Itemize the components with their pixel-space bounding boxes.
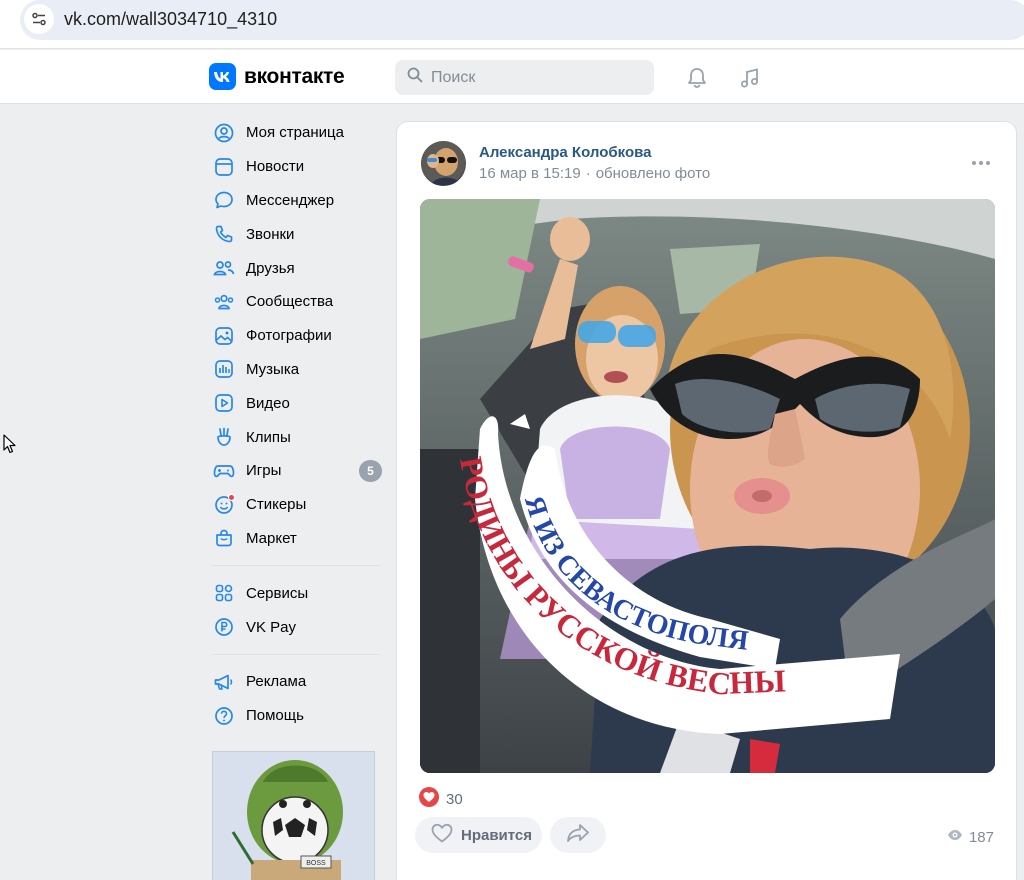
search-input[interactable] [431, 68, 631, 87]
bell-icon[interactable] [684, 65, 710, 91]
heart-reaction-icon [419, 787, 439, 812]
vk-header: вконтакте [0, 50, 1024, 104]
help-icon [212, 704, 236, 728]
stickers-icon [212, 493, 236, 517]
post-meta: 16 мар в 15:19 · обновлено фото [479, 165, 710, 182]
sidebar-item-stickers[interactable]: Стикеры [209, 488, 381, 522]
sidebar-divider [212, 565, 380, 567]
site-info-icon[interactable] [24, 4, 54, 34]
sidebar-item-news[interactable]: Новости [209, 150, 381, 184]
games-badge: 5 [359, 459, 382, 482]
sidebar-item-label: Видео [246, 394, 290, 412]
post-author[interactable]: Александра Колобкова [479, 144, 651, 161]
likes-count: 30 [446, 791, 463, 808]
sidebar-item-ads[interactable]: Реклама [209, 665, 381, 699]
mouse-cursor-icon [3, 434, 16, 459]
games-icon [212, 459, 236, 483]
message-icon [212, 188, 236, 212]
sidebar-item-label: Клипы [246, 428, 291, 446]
sidebar-item-label: Музыка [246, 360, 300, 378]
promo-banner[interactable]: BOSS [212, 751, 375, 880]
left-sidebar: Моя страница Новости Мессенджер Звонки Д… [209, 116, 382, 733]
friends-icon [212, 256, 236, 280]
sidebar-item-label: Мессенджер [246, 191, 335, 209]
sidebar-item-label: Новости [246, 158, 305, 176]
sidebar-item-video[interactable]: Видео [209, 386, 381, 420]
sidebar-item-calls[interactable]: Звонки [209, 217, 381, 251]
sidebar-item-services[interactable]: Сервисы [209, 576, 381, 610]
sidebar-item-label: Сервисы [246, 584, 309, 602]
sidebar-item-label: Друзья [246, 259, 295, 277]
communities-icon [212, 290, 236, 314]
like-button[interactable]: Нравится [415, 817, 542, 853]
sidebar-item-games[interactable]: Игры 5 [209, 454, 382, 488]
author-avatar[interactable] [421, 141, 466, 186]
sidebar-item-help[interactable]: Помощь [209, 699, 381, 733]
sidebar-item-messenger[interactable]: Мессенджер [209, 184, 381, 218]
post-date[interactable]: 16 мар в 15:19 [479, 165, 581, 182]
like-button-label: Нравится [461, 826, 533, 844]
logo-text: вконтакте [244, 64, 345, 88]
sidebar-item-label: Звонки [246, 225, 295, 243]
search-box[interactable] [395, 60, 654, 95]
news-icon [212, 155, 236, 179]
megaphone-icon [212, 670, 236, 694]
share-button[interactable] [550, 817, 606, 853]
eye-icon [947, 827, 963, 847]
sidebar-item-communities[interactable]: Сообщества [209, 285, 381, 319]
sidebar-item-clips[interactable]: Клипы [209, 420, 381, 454]
sidebar-item-label: Фотографии [246, 327, 332, 345]
share-icon [566, 822, 590, 849]
meta-separator: · [585, 165, 591, 182]
address-url[interactable]: vk.com/wall3034710_4310 [64, 9, 277, 30]
music-note-icon[interactable] [737, 65, 763, 91]
post-photo[interactable]: Я ИЗ СЕВАСТОПОЛЯ РОДИНЫ РУССКОЙ ВЕСНЫ [420, 199, 995, 773]
sidebar-item-label: VK Pay [246, 618, 297, 636]
sidebar-item-label: Помощь [246, 707, 304, 725]
services-icon [212, 581, 236, 605]
sidebar-item-vkpay[interactable]: VK Pay [209, 610, 381, 644]
svg-text:BOSS: BOSS [306, 860, 326, 867]
more-options-icon[interactable] [970, 152, 992, 174]
video-icon [212, 391, 236, 415]
sidebar-item-label: Игры [246, 462, 282, 480]
search-icon [407, 67, 423, 88]
user-circle-icon [212, 121, 236, 145]
post-action: обновлено фото [595, 165, 711, 182]
views-counter: 187 [947, 827, 994, 847]
vk-logo[interactable]: вконтакте [209, 63, 345, 90]
sidebar-item-label: Сообщества [246, 293, 334, 311]
phone-icon [212, 222, 236, 246]
heart-outline-icon [430, 822, 454, 848]
sidebar-item-label: Маркет [246, 529, 297, 547]
sidebar-item-label: Моя страница [246, 124, 344, 142]
sidebar-item-label: Реклама [246, 673, 307, 691]
promo-sticker-image: BOSS [213, 752, 374, 880]
clips-icon [212, 425, 236, 449]
music-icon [212, 357, 236, 381]
vkpay-icon [212, 615, 236, 639]
sidebar-item-music[interactable]: Музыка [209, 353, 381, 387]
sidebar-item-market[interactable]: Маркет [209, 522, 381, 556]
reactions-summary[interactable]: 30 [419, 787, 463, 812]
notification-dot [228, 493, 235, 501]
sidebar-item-label: Стикеры [246, 496, 307, 514]
sidebar-item-my-page[interactable]: Моя страница [209, 116, 381, 150]
sidebar-item-photos[interactable]: Фотографии [209, 319, 381, 353]
views-count: 187 [968, 828, 994, 846]
market-icon [212, 526, 236, 550]
vk-logo-mark [209, 63, 236, 90]
sidebar-item-friends[interactable]: Друзья [209, 251, 381, 285]
sidebar-divider [212, 653, 380, 655]
wall-post: Александра Колобкова 16 мар в 15:19 · обно… [396, 121, 1017, 880]
browser-address-bar: vk.com/wall3034710_4310 [0, 0, 1024, 49]
photos-icon [212, 324, 236, 348]
